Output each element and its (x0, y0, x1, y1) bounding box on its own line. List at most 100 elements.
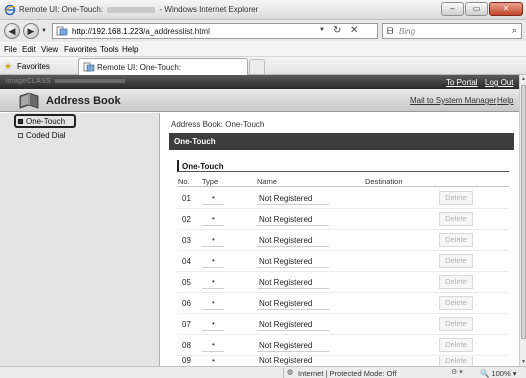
menu-tools[interactable]: Tools (100, 45, 119, 54)
delete-button[interactable]: Delete (439, 191, 473, 205)
mail-to-system-manager-link[interactable]: Mail to System Manager (410, 96, 496, 105)
underline (202, 246, 224, 247)
column-name: Name (257, 177, 278, 186)
favorites-star-icon[interactable]: ★ (4, 61, 12, 71)
page-scrollbar[interactable]: ▲ ▼ (519, 75, 526, 366)
scroll-down-icon[interactable]: ▼ (520, 359, 526, 365)
page-icon (83, 62, 95, 72)
delete-button[interactable]: Delete (439, 254, 473, 268)
url-text: http://192.168.1.223/a_addresslist.html (72, 27, 210, 36)
back-button[interactable]: ◀ (4, 23, 20, 39)
delete-button[interactable]: Delete (439, 212, 473, 226)
maximize-button[interactable]: ▭ (465, 2, 488, 16)
zoom-level[interactable]: 🔍 100% ▾ (480, 369, 516, 378)
row-name: Not Registered (259, 278, 313, 287)
page-top-bar: imageCLASS To Portal Log Out (0, 75, 519, 89)
sidebar-item-label: Coded Dial (26, 131, 66, 140)
window-controls: – ▭ ✕ (441, 2, 523, 16)
row-type: • (212, 214, 215, 223)
row-number: 08 (182, 341, 191, 350)
scroll-up-icon[interactable]: ▲ (520, 76, 526, 82)
sidebar-item-coded-dial[interactable]: Coded Dial (18, 131, 66, 140)
row-number: 07 (182, 320, 191, 329)
menu-file[interactable]: File (4, 45, 17, 54)
row-number: 04 (182, 257, 191, 266)
table-header: No. Type Name Destination (177, 176, 509, 187)
scrollbar-thumb[interactable] (521, 85, 526, 339)
menu-view[interactable]: View (41, 45, 58, 54)
row-number: 05 (182, 278, 191, 287)
window-titlebar: Remote UI: One-Touch: - Windows Internet… (0, 0, 526, 20)
favorites-button[interactable]: Favorites (17, 62, 50, 71)
search-icon[interactable]: ⌕ (512, 25, 517, 36)
row-number: 01 (182, 194, 191, 203)
close-window-button[interactable]: ✕ (489, 2, 523, 16)
table-row: 02 • Not Registered Delete (177, 209, 509, 230)
logout-link[interactable]: Log Out (485, 78, 513, 87)
forward-arrow-icon: ▶ (27, 26, 35, 36)
selected-item-highlight (14, 114, 76, 128)
row-name: Not Registered (259, 356, 313, 365)
stop-icon[interactable]: ✕ (350, 25, 358, 36)
underline (257, 246, 329, 247)
breadcrumb: Address Book: One-Touch (171, 120, 265, 129)
history-dropdown-icon[interactable]: ▼ (41, 28, 47, 34)
page-header: Address Book Mail to System Manager Help (0, 89, 519, 112)
table-row: 01 • Not Registered Delete (177, 188, 509, 209)
protected-mode-icon[interactable]: ⚙ ▾ (451, 368, 463, 376)
underline (257, 351, 329, 352)
security-zone: Internet | Protected Mode: Off (298, 369, 397, 378)
menu-edit[interactable]: Edit (22, 45, 36, 54)
window-title: Remote UI: One-Touch: - Windows Internet… (19, 5, 259, 14)
delete-button[interactable]: Delete (439, 296, 473, 310)
back-arrow-icon: ◀ (8, 26, 16, 36)
underline (202, 309, 224, 310)
globe-icon: ◍ (287, 369, 294, 376)
row-number: 03 (182, 236, 191, 245)
redacted-title-text (107, 6, 156, 13)
row-type: • (212, 356, 215, 365)
underline (202, 288, 224, 289)
address-field[interactable]: http://192.168.1.223/a_addresslist.html … (52, 23, 378, 39)
delete-button[interactable]: Delete (439, 317, 473, 331)
row-number: 02 (182, 215, 191, 224)
row-name: Not Registered (259, 194, 313, 203)
underline (202, 204, 224, 205)
underline (202, 267, 224, 268)
row-name: Not Registered (259, 341, 313, 350)
to-portal-link[interactable]: To Portal (446, 78, 478, 87)
delete-button[interactable]: Delete (439, 233, 473, 247)
menu-help[interactable]: Help (122, 45, 138, 54)
row-type: • (212, 193, 215, 202)
subsection-title: One-Touch (182, 162, 224, 171)
refresh-icon[interactable]: ↻ (333, 25, 341, 36)
table-row: 06 • Not Registered Delete (177, 293, 509, 314)
forward-button[interactable]: ▶ (23, 23, 39, 39)
address-dropdown-icon[interactable]: ▼ (319, 27, 325, 33)
help-link[interactable]: Help (497, 96, 513, 105)
search-field[interactable]: ᗷ Bing ⌕ (382, 23, 522, 39)
minimize-button[interactable]: – (441, 2, 464, 16)
row-number: 09 (182, 356, 191, 365)
row-number: 06 (182, 299, 191, 308)
column-type: Type (202, 177, 219, 186)
internet-explorer-icon (4, 4, 16, 16)
underline (257, 204, 329, 205)
menu-bar: File Edit View Favorites Tools Help (0, 43, 526, 57)
underline (257, 288, 329, 289)
address-toolbar: ◀ ▶ ▼ http://192.168.1.223/a_addresslist… (0, 20, 526, 42)
table-row: 03 • Not Registered Delete (177, 230, 509, 251)
row-name: Not Registered (259, 236, 313, 245)
delete-button[interactable]: Delete (439, 356, 473, 366)
underline (257, 225, 329, 226)
tab-remote-ui[interactable]: Remote UI: One-Touch: (78, 58, 248, 75)
underline (202, 330, 224, 331)
menu-favorites[interactable]: Favorites (64, 45, 97, 54)
sidebar: One-Touch Coded Dial (0, 113, 160, 366)
delete-button[interactable]: Delete (439, 338, 473, 352)
column-destination: Destination (365, 177, 403, 186)
tab-label: Remote UI: One-Touch: (97, 63, 182, 72)
underline (202, 351, 224, 352)
new-tab-button[interactable] (249, 59, 265, 74)
delete-button[interactable]: Delete (439, 275, 473, 289)
